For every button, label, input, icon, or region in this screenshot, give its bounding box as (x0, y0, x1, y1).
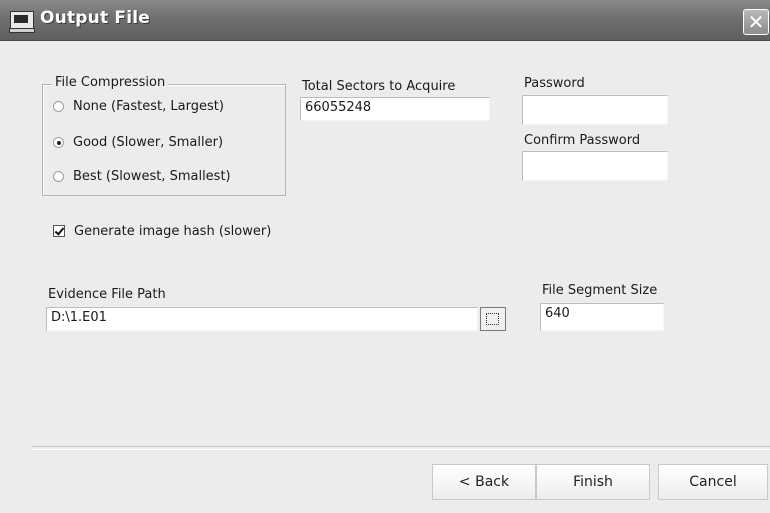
radio-good-label: Good (Slower, Smaller) (73, 134, 224, 150)
password-label: Password (524, 76, 585, 91)
radio-none[interactable] (53, 100, 64, 112)
confirm-password-field[interactable] (522, 151, 668, 181)
radio-none-label: None (Fastest, Largest) (73, 98, 224, 114)
generate-hash-checkbox[interactable] (53, 225, 65, 237)
footer-separator (32, 446, 770, 450)
output-file-dialog: Output File ✕ File Compression None (Fas… (0, 0, 770, 513)
dialog-title: Output File (40, 8, 150, 28)
total-sectors-label: Total Sectors to Acquire (302, 79, 456, 94)
back-button-label: < Back (458, 474, 510, 490)
cancel-button-label: Cancel (689, 474, 737, 490)
browse-icon (486, 313, 499, 325)
title-bar[interactable]: Output File ✕ (0, 0, 770, 41)
finish-button-label: Finish (573, 474, 613, 490)
computer-icon (9, 11, 35, 33)
confirm-password-label: Confirm Password (524, 133, 641, 148)
back-button[interactable]: < Back (432, 464, 536, 500)
radio-good[interactable] (53, 136, 64, 148)
cancel-button[interactable]: Cancel (658, 464, 768, 500)
compression-option-best[interactable]: Best (Slowest, Smallest) (53, 167, 231, 185)
total-sectors-value: 66055248 (305, 100, 372, 115)
total-sectors-field[interactable]: 66055248 (300, 97, 490, 121)
segment-size-field[interactable]: 640 (540, 303, 664, 331)
segment-size-value: 640 (545, 306, 570, 321)
close-icon: ✕ (747, 10, 765, 34)
generate-hash-label: Generate image hash (slower) (74, 223, 272, 239)
compression-option-good[interactable]: Good (Slower, Smaller) (53, 133, 223, 151)
evidence-path-field[interactable]: D:\1.E01 (46, 307, 478, 331)
segment-size-label: File Segment Size (542, 283, 658, 298)
browse-button[interactable] (480, 307, 506, 331)
evidence-path-value: D:\1.E01 (51, 310, 107, 325)
radio-best[interactable] (53, 170, 64, 182)
radio-best-label: Best (Slowest, Smallest) (73, 168, 231, 184)
compression-option-none[interactable]: None (Fastest, Largest) (53, 97, 224, 115)
file-compression-legend: File Compression (52, 75, 169, 90)
close-button[interactable]: ✕ (743, 9, 769, 35)
finish-button[interactable]: Finish (536, 464, 650, 500)
password-field[interactable] (522, 95, 668, 125)
generate-hash-option[interactable]: Generate image hash (slower) (53, 222, 271, 240)
evidence-path-label: Evidence File Path (48, 287, 166, 302)
